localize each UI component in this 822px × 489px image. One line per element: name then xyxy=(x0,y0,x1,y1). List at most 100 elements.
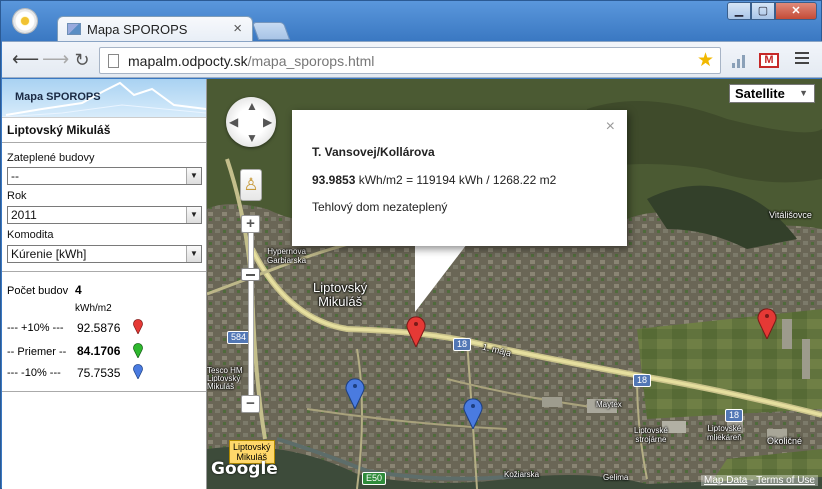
map-favicon-icon xyxy=(67,23,81,35)
divider xyxy=(2,271,206,272)
chevron-down-icon: ▼ xyxy=(186,168,201,184)
label-maytex: Maytex xyxy=(596,400,622,409)
map-marker-blue[interactable] xyxy=(345,377,365,409)
tab-mapa-sporops[interactable]: Mapa SPOROPS × xyxy=(57,16,253,42)
url-host: mapalm.odpocty.sk xyxy=(128,53,248,69)
route-18-shield: 18 xyxy=(725,409,744,422)
zoom-out-button[interactable]: − xyxy=(241,395,260,413)
menu-icon[interactable] xyxy=(795,52,809,66)
page-viewport: Mapa SPOROPS Liptovský Mikuláš Zateplené… xyxy=(2,79,822,489)
chevron-down-icon: ▼ xyxy=(186,207,201,223)
address-bar[interactable]: mapalm.odpocty.sk/mapa_sporops.html ★ xyxy=(99,47,721,74)
stat-average-value: 84.1706 xyxy=(77,344,121,358)
map-attribution: Map Data - Terms of Use xyxy=(701,475,818,486)
chrome-logo-icon xyxy=(13,9,37,33)
route-18-shield: 18 xyxy=(633,374,652,387)
label-gelima: Gelima xyxy=(603,473,629,482)
year-select-value: 2011 xyxy=(11,208,37,222)
map-type-value: Satellite xyxy=(735,86,785,101)
banner-title: Mapa SPOROPS xyxy=(15,91,101,103)
info-consumption: 93.9853 kWh/m2 = 119194 kWh / 1268.22 m2 xyxy=(312,173,556,187)
pan-up-icon[interactable]: ▲ xyxy=(246,99,258,113)
reload-icon[interactable]: ↻ xyxy=(71,49,93,71)
map-marker-red[interactable] xyxy=(406,315,426,347)
zoom-slider-handle[interactable] xyxy=(241,268,260,281)
building-count-value: 4 xyxy=(75,283,82,297)
route-e50-shield: E50 xyxy=(362,472,387,485)
zoom-in-button[interactable]: + xyxy=(241,215,260,233)
info-formula: kWh/m2 = 119194 kWh / 1268.22 m2 xyxy=(355,173,557,187)
label-liptovske-strojarne: Liptovské strojárne xyxy=(634,426,668,444)
stat-plus10-value: 92.5876 xyxy=(77,321,121,335)
google-logo[interactable]: Google xyxy=(211,459,278,479)
label-hypernova: Hypernova Garbiarska xyxy=(267,247,307,265)
map-data-link[interactable]: Map Data xyxy=(704,475,747,486)
insulated-select[interactable]: -- ▼ xyxy=(7,167,202,185)
info-title: T. Vansovej/Kollárova xyxy=(312,145,435,159)
label-tesco: Tesco HM Liptovský Mikuláš xyxy=(207,366,243,391)
map-type-select[interactable]: Satellite ▼ xyxy=(729,84,815,103)
maximize-button[interactable]: ▢ xyxy=(751,2,775,20)
filter-label-commodity: Komodita xyxy=(7,229,54,241)
gmail-icon[interactable]: M xyxy=(759,53,779,68)
new-tab-button[interactable] xyxy=(251,22,291,40)
map-marker-red[interactable] xyxy=(757,307,777,339)
browser-toolbar: ⟵ ⟶ ↻ mapalm.odpocty.sk/mapa_sporops.htm… xyxy=(2,41,822,78)
street-view-pegman-icon[interactable]: ♙ xyxy=(240,169,262,201)
url-text: mapalm.odpocty.sk/mapa_sporops.html xyxy=(128,53,374,69)
unit-label: kWh/m2 xyxy=(75,303,112,314)
pan-down-icon[interactable]: ▼ xyxy=(246,131,258,145)
infowindow-tail xyxy=(415,244,467,312)
stat-minus10-value: 75.7535 xyxy=(77,366,121,380)
terms-of-use-link[interactable]: Terms of Use xyxy=(756,475,815,486)
label-okolicne: Okoličné xyxy=(767,436,803,446)
pan-control[interactable]: ▲ ▼ ◀ ▶ xyxy=(226,97,276,147)
tab-strip: Mapa SPOROPS × ▁ ▢ ✕ xyxy=(1,1,822,42)
pan-right-icon[interactable]: ▶ xyxy=(263,115,272,129)
commodity-select-value: Kúrenie [kWh] xyxy=(11,247,87,261)
info-value: 93.9853 xyxy=(312,173,356,187)
close-window-button[interactable]: ✕ xyxy=(775,2,817,20)
url-path: /mapa_sporops.html xyxy=(247,53,375,69)
blue-pin-icon xyxy=(133,364,143,379)
stat-plus10-label: --- +10% --- xyxy=(7,322,64,334)
chevron-down-icon: ▼ xyxy=(799,88,808,98)
page-icon xyxy=(108,54,119,68)
info-close-icon[interactable]: × xyxy=(606,118,615,136)
commodity-select[interactable]: Kúrenie [kWh] ▼ xyxy=(7,245,202,263)
browser-window: Mapa SPOROPS × ▁ ▢ ✕ ⟵ ⟶ ↻ mapalm.odpoct… xyxy=(0,0,822,489)
info-description: Tehlový dom nezateplený xyxy=(312,200,448,214)
map-canvas[interactable]: Hypernova Garbiarska Liptovský Mikuláš 1… xyxy=(207,79,822,489)
red-pin-icon xyxy=(133,319,143,334)
label-koziarska: Kožiarska xyxy=(504,470,540,479)
route-18-shield: 18 xyxy=(453,338,472,351)
label-vitalisovce: Vitálišovce xyxy=(769,210,812,220)
filter-label-year: Rok xyxy=(7,190,27,202)
zoom-slider[interactable] xyxy=(248,233,254,395)
year-select[interactable]: 2011 ▼ xyxy=(7,206,202,224)
info-window: × T. Vansovej/Kollárova 93.9853 kWh/m2 =… xyxy=(292,110,627,246)
insulated-select-value: -- xyxy=(11,169,19,183)
label-liptovsky-mikulas: Liptovský Mikuláš xyxy=(313,280,368,309)
signal-bars-icon[interactable] xyxy=(732,54,746,68)
divider xyxy=(2,142,206,143)
bookmark-star-icon[interactable]: ★ xyxy=(697,49,714,72)
forward-arrow-icon[interactable]: ⟶ xyxy=(42,49,69,71)
city-heading: Liptovský Mikuláš xyxy=(7,123,111,137)
stat-minus10-label: --- -10% --- xyxy=(7,367,61,379)
stat-average-label: -- Priemer -- xyxy=(7,346,67,358)
chevron-down-icon: ▼ xyxy=(186,246,201,262)
green-pin-icon xyxy=(133,343,143,358)
filter-label-insulated: Zateplené budovy xyxy=(7,152,95,164)
building-count-label: Počet budov xyxy=(7,285,69,297)
tab-title: Mapa SPOROPS xyxy=(87,22,188,37)
divider xyxy=(2,391,206,392)
label-liptovska-mliekaren: Liptovské mliekáreň xyxy=(707,424,742,442)
sidebar: Mapa SPOROPS Liptovský Mikuláš Zateplené… xyxy=(2,79,207,489)
tab-close-icon[interactable]: × xyxy=(233,20,242,37)
map-marker-blue[interactable] xyxy=(463,397,483,429)
back-arrow-icon[interactable]: ⟵ xyxy=(12,49,39,71)
minimize-button[interactable]: ▁ xyxy=(727,2,751,20)
route-584-shield: 584 xyxy=(227,331,251,344)
pan-left-icon[interactable]: ◀ xyxy=(229,115,238,129)
